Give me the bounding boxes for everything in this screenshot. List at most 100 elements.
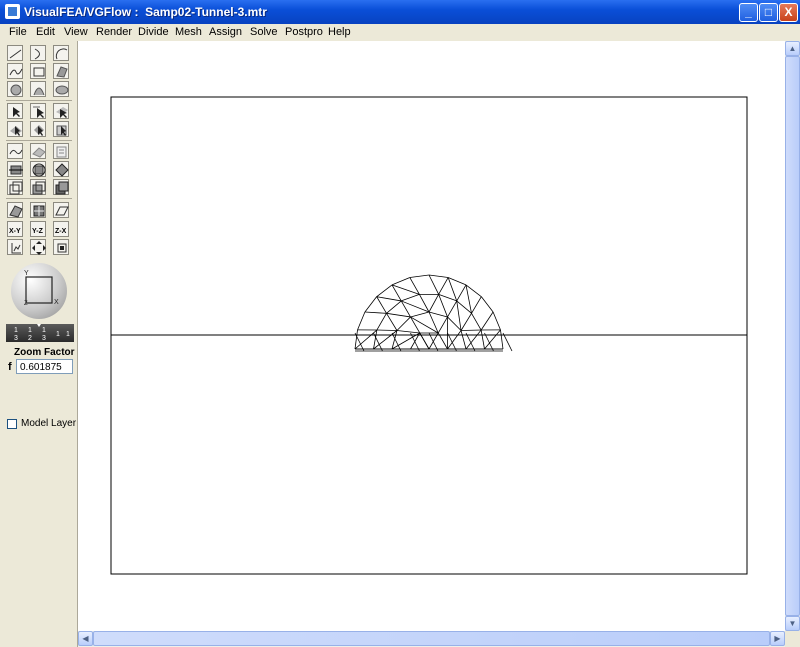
spin-view-icon[interactable] xyxy=(53,161,69,177)
plane-icon[interactable] xyxy=(53,202,69,218)
ellipse-tool-icon[interactable] xyxy=(30,81,46,97)
scroll-left-icon: ◀ xyxy=(82,634,89,643)
view-orbit-control[interactable]: Y X Z xyxy=(11,263,67,319)
render-a-icon[interactable] xyxy=(7,202,23,218)
zoom-ruler[interactable]: 1 1 1 1 1 3 2 3 xyxy=(6,324,74,342)
toolbar-separator xyxy=(6,100,72,101)
sphere-tool-icon[interactable] xyxy=(53,81,69,97)
shaded-cube-icon[interactable] xyxy=(30,179,46,195)
mesh-edge xyxy=(447,300,458,318)
mesh-edge xyxy=(391,277,411,286)
menu-view[interactable]: View xyxy=(64,26,88,38)
menu-solve[interactable]: Solve xyxy=(250,26,278,38)
mesh-edge xyxy=(438,294,448,318)
circle-arc-tool-icon[interactable] xyxy=(53,45,69,61)
close-button[interactable]: X xyxy=(779,3,798,22)
menu-file[interactable]: File xyxy=(9,26,27,38)
scroll-up-button[interactable]: ▲ xyxy=(785,41,800,56)
close-icon: X xyxy=(784,5,793,19)
pan-icon[interactable] xyxy=(7,239,23,255)
toolbar-separator xyxy=(6,198,72,199)
ruler-denom: 3 xyxy=(42,335,46,342)
mesh-edge xyxy=(409,274,430,278)
menu-mesh[interactable]: Mesh xyxy=(175,26,202,38)
mesh-edge xyxy=(480,329,485,350)
mesh-edge xyxy=(386,300,402,314)
app-icon[interactable] xyxy=(5,4,20,19)
model-drawing xyxy=(110,96,748,575)
fill-cube-icon[interactable] xyxy=(53,179,69,195)
move-solid-icon[interactable] xyxy=(7,161,23,177)
size-grip[interactable] xyxy=(794,632,800,647)
ruler-denom: 2 xyxy=(28,335,32,342)
scroll-down-button[interactable]: ▼ xyxy=(785,616,800,631)
horizontal-scrollbar[interactable]: ◀ ▶ xyxy=(78,631,785,647)
arc-tool-icon[interactable] xyxy=(30,45,46,61)
minimize-icon: _ xyxy=(745,5,752,19)
axis-triad-icon: Y X Z xyxy=(24,270,59,307)
mesh-edge xyxy=(438,293,457,302)
mesh-edge xyxy=(419,294,430,313)
menu-bar: File Edit View Render Divide Mesh Assign… xyxy=(0,24,800,41)
model-layer-checkbox[interactable] xyxy=(7,419,17,429)
select-box-icon[interactable] xyxy=(53,121,69,137)
select-node-icon[interactable] xyxy=(30,103,46,119)
menu-help[interactable]: Help xyxy=(328,26,351,38)
center-icon[interactable] xyxy=(53,239,69,255)
scroll-up-icon: ▲ xyxy=(788,44,797,53)
mesh-edge xyxy=(460,313,472,331)
wire-cube-icon[interactable] xyxy=(7,179,23,195)
rotate-view-icon[interactable] xyxy=(30,161,46,177)
select-face-icon[interactable] xyxy=(53,103,69,119)
mesh-edge xyxy=(376,284,393,297)
window-title: VisualFEA/VGFlow : Samp02-Tunnel-3.mtr xyxy=(24,5,267,19)
axis-yz-button[interactable]: Y-Z xyxy=(30,221,46,237)
vertical-scrollbar[interactable]: ▲ ▼ xyxy=(785,41,800,631)
fit-view-icon[interactable] xyxy=(30,239,46,255)
mesh-edge xyxy=(396,330,420,334)
model-viewport[interactable] xyxy=(78,41,785,631)
select-arrow-icon[interactable] xyxy=(7,103,23,119)
horizontal-scroll-thumb[interactable] xyxy=(93,631,770,646)
menu-divide[interactable]: Divide xyxy=(138,26,169,38)
scroll-right-button[interactable]: ▶ xyxy=(770,631,785,646)
rotate-solid-icon[interactable] xyxy=(30,121,46,137)
minimize-button[interactable]: _ xyxy=(739,3,758,22)
ruler-tick: 1 xyxy=(56,331,60,338)
zoom-factor-input[interactable] xyxy=(16,359,73,374)
render-b-icon[interactable] xyxy=(30,202,46,218)
list-icon[interactable] xyxy=(53,143,69,159)
scroll-right-icon: ▶ xyxy=(774,634,781,643)
line-tool-icon[interactable] xyxy=(7,45,23,61)
surface-tool-icon[interactable] xyxy=(53,63,69,79)
menu-postpro[interactable]: Postpro xyxy=(285,26,323,38)
mesh-edge xyxy=(428,311,448,318)
mesh-edge xyxy=(400,300,411,318)
zoom-factor-symbol: f xyxy=(8,361,12,373)
svg-text:X: X xyxy=(54,299,59,306)
menu-render[interactable]: Render xyxy=(96,26,132,38)
rectangle-tool-icon[interactable] xyxy=(30,63,46,79)
mesh-edge xyxy=(471,313,482,331)
mesh-edge xyxy=(396,316,411,331)
mesh-edge xyxy=(480,311,494,331)
circle-tool-icon[interactable] xyxy=(7,81,23,97)
mesh-edge xyxy=(357,311,366,331)
curve-edit-icon[interactable] xyxy=(7,143,23,159)
axis-yz-label: Y-Z xyxy=(32,228,44,235)
menu-edit[interactable]: Edit xyxy=(36,26,55,38)
mesh-edge xyxy=(428,294,439,313)
surface-edit-icon[interactable] xyxy=(30,143,46,159)
mesh-edge xyxy=(386,312,411,318)
axis-xy-button[interactable]: X-Y xyxy=(7,221,23,237)
spline-tool-icon[interactable] xyxy=(7,63,23,79)
select-solid-icon[interactable] xyxy=(7,121,23,137)
svg-text:Y: Y xyxy=(24,270,29,277)
mesh-edge xyxy=(410,311,430,318)
mesh-edge xyxy=(354,329,358,350)
menu-assign[interactable]: Assign xyxy=(209,26,242,38)
maximize-button[interactable]: □ xyxy=(759,3,778,22)
axis-zx-button[interactable]: Z-X xyxy=(53,221,69,237)
vertical-scroll-thumb[interactable] xyxy=(785,56,800,616)
scroll-left-button[interactable]: ◀ xyxy=(78,631,93,646)
